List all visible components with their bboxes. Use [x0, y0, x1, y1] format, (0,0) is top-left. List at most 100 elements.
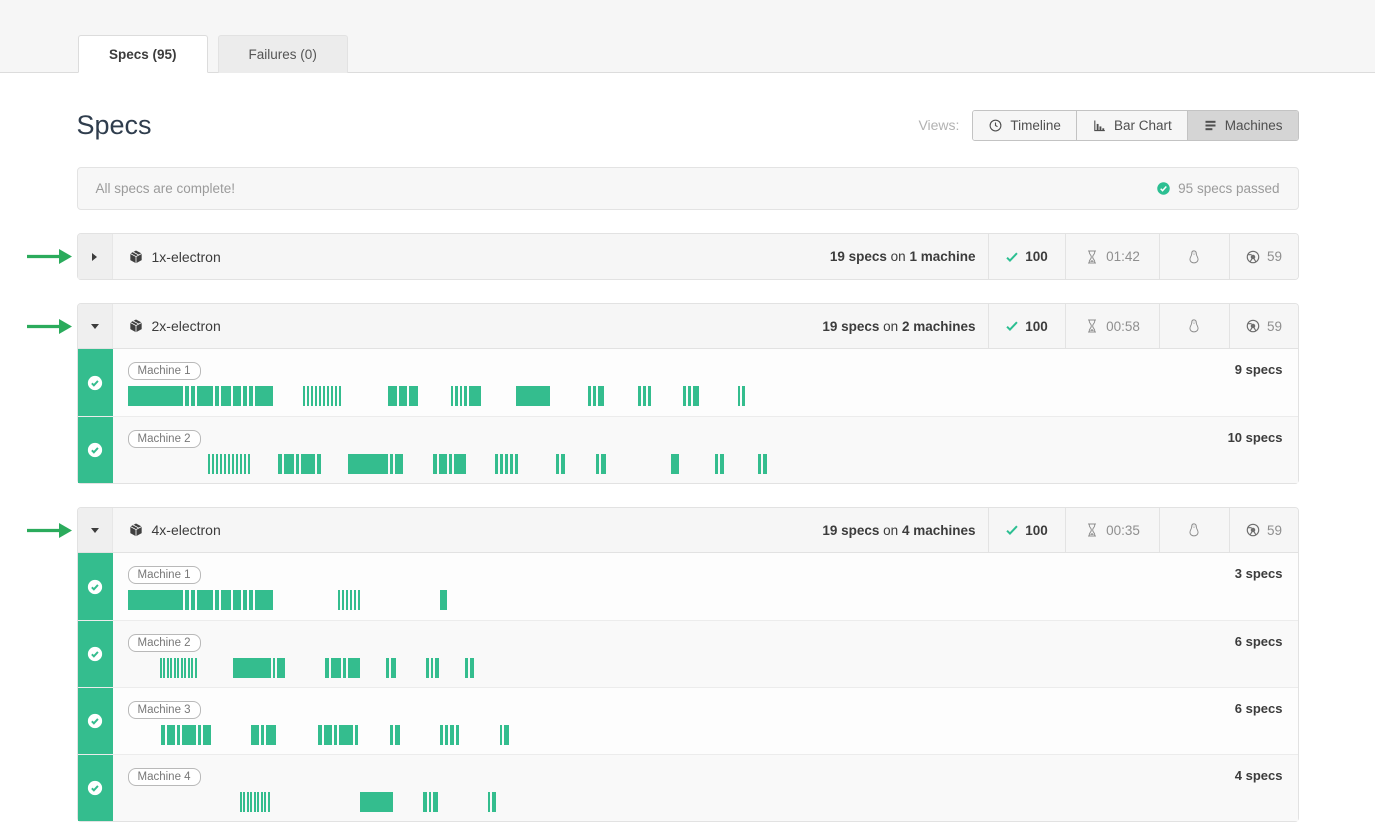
- spec-bar-cluster[interactable]: [758, 454, 767, 474]
- spec-bar[interactable]: [343, 658, 346, 678]
- spec-bar[interactable]: [335, 386, 338, 406]
- spec-bar[interactable]: [296, 454, 299, 474]
- spec-bar[interactable]: [301, 454, 315, 474]
- spec-bar[interactable]: [348, 658, 360, 678]
- spec-bar[interactable]: [671, 454, 679, 474]
- spec-bar[interactable]: [433, 454, 437, 474]
- spec-bar[interactable]: [216, 454, 219, 474]
- spec-bar[interactable]: [593, 386, 596, 406]
- spec-bar[interactable]: [516, 386, 550, 406]
- spec-bar[interactable]: [160, 658, 162, 678]
- spec-bar-cluster[interactable]: [423, 792, 438, 812]
- spec-bar[interactable]: [191, 658, 193, 678]
- group-header[interactable]: 2x-electron 19 specs on 2 machines 100 0…: [78, 304, 1298, 349]
- spec-bar[interactable]: [354, 590, 357, 610]
- spec-bar[interactable]: [334, 725, 337, 745]
- spec-bar[interactable]: [643, 386, 646, 406]
- spec-bar[interactable]: [495, 454, 498, 474]
- spec-bar[interactable]: [184, 658, 186, 678]
- spec-bar-cluster[interactable]: [360, 792, 393, 812]
- spec-bar-cluster[interactable]: [278, 454, 321, 474]
- spec-bar[interactable]: [683, 386, 686, 406]
- spec-bar-cluster[interactable]: [488, 792, 496, 812]
- spec-bar[interactable]: [191, 386, 195, 406]
- spec-bar[interactable]: [429, 792, 431, 812]
- spec-bar-cluster[interactable]: [465, 658, 474, 678]
- spec-bar[interactable]: [638, 386, 641, 406]
- spec-bar[interactable]: [236, 454, 239, 474]
- spec-bar[interactable]: [515, 454, 518, 474]
- spec-bar-cluster[interactable]: [208, 454, 251, 474]
- spec-bar[interactable]: [215, 386, 219, 406]
- spec-bar[interactable]: [325, 658, 329, 678]
- spec-bar[interactable]: [426, 658, 429, 678]
- spec-bar[interactable]: [390, 454, 393, 474]
- spec-bar[interactable]: [339, 386, 342, 406]
- spec-bar[interactable]: [224, 454, 227, 474]
- spec-bar-cluster[interactable]: [318, 725, 358, 745]
- spec-bar[interactable]: [208, 454, 211, 474]
- spec-bar[interactable]: [212, 454, 215, 474]
- spec-bar-cluster[interactable]: [386, 658, 396, 678]
- spec-bar[interactable]: [358, 590, 361, 610]
- spec-bar[interactable]: [423, 792, 427, 812]
- spec-bar-cluster[interactable]: [495, 454, 518, 474]
- spec-bar-cluster[interactable]: [596, 454, 606, 474]
- spec-bar[interactable]: [348, 454, 388, 474]
- view-button-timeline[interactable]: Timeline: [973, 111, 1076, 140]
- spec-bar[interactable]: [174, 658, 176, 678]
- spec-bar[interactable]: [277, 658, 285, 678]
- spec-bar[interactable]: [250, 792, 252, 812]
- spec-bar[interactable]: [323, 386, 326, 406]
- spec-bar[interactable]: [338, 590, 341, 610]
- spec-bar[interactable]: [395, 725, 400, 745]
- spec-bar[interactable]: [464, 386, 467, 406]
- spec-bar[interactable]: [181, 658, 183, 678]
- spec-bar[interactable]: [556, 454, 559, 474]
- spec-bar-cluster[interactable]: [671, 454, 679, 474]
- group-expander[interactable]: [78, 234, 113, 279]
- spec-bar-cluster[interactable]: [638, 386, 651, 406]
- spec-bar-cluster[interactable]: [160, 658, 197, 678]
- spec-bar[interactable]: [445, 725, 448, 745]
- spec-bar[interactable]: [763, 454, 767, 474]
- spec-bar[interactable]: [284, 454, 294, 474]
- spec-bar[interactable]: [391, 658, 396, 678]
- spec-bar-cluster[interactable]: [451, 386, 481, 406]
- spec-bar[interactable]: [254, 792, 256, 812]
- spec-bar[interactable]: [255, 590, 273, 610]
- spec-bar[interactable]: [715, 454, 718, 474]
- spec-bar[interactable]: [266, 725, 276, 745]
- spec-bar-cluster[interactable]: [683, 386, 699, 406]
- spec-bar[interactable]: [251, 725, 259, 745]
- spec-bar[interactable]: [440, 725, 443, 745]
- group-expander[interactable]: [78, 304, 113, 348]
- spec-bar[interactable]: [185, 386, 189, 406]
- spec-bar[interactable]: [460, 386, 463, 406]
- spec-bar[interactable]: [386, 658, 389, 678]
- spec-bar[interactable]: [331, 386, 334, 406]
- spec-bar[interactable]: [188, 658, 190, 678]
- spec-bar[interactable]: [440, 590, 447, 610]
- spec-bar[interactable]: [177, 658, 179, 678]
- spec-bar[interactable]: [488, 792, 490, 812]
- spec-bar[interactable]: [249, 386, 253, 406]
- spec-bar[interactable]: [248, 454, 251, 474]
- spec-bar[interactable]: [167, 725, 175, 745]
- spec-bar[interactable]: [598, 386, 604, 406]
- view-button-machines[interactable]: Machines: [1187, 111, 1298, 140]
- spec-bar[interactable]: [240, 792, 242, 812]
- spec-bar[interactable]: [339, 725, 353, 745]
- spec-bar[interactable]: [399, 386, 407, 406]
- spec-bar[interactable]: [257, 792, 259, 812]
- spec-bar[interactable]: [601, 454, 606, 474]
- spec-bar-cluster[interactable]: [348, 454, 403, 474]
- view-button-bar-chart[interactable]: Bar Chart: [1076, 111, 1187, 140]
- spec-bar[interactable]: [244, 454, 247, 474]
- spec-bar[interactable]: [177, 725, 180, 745]
- spec-bar[interactable]: [327, 386, 330, 406]
- spec-bar[interactable]: [505, 454, 508, 474]
- spec-bar[interactable]: [197, 386, 213, 406]
- spec-bar[interactable]: [451, 386, 454, 406]
- spec-bar[interactable]: [221, 386, 231, 406]
